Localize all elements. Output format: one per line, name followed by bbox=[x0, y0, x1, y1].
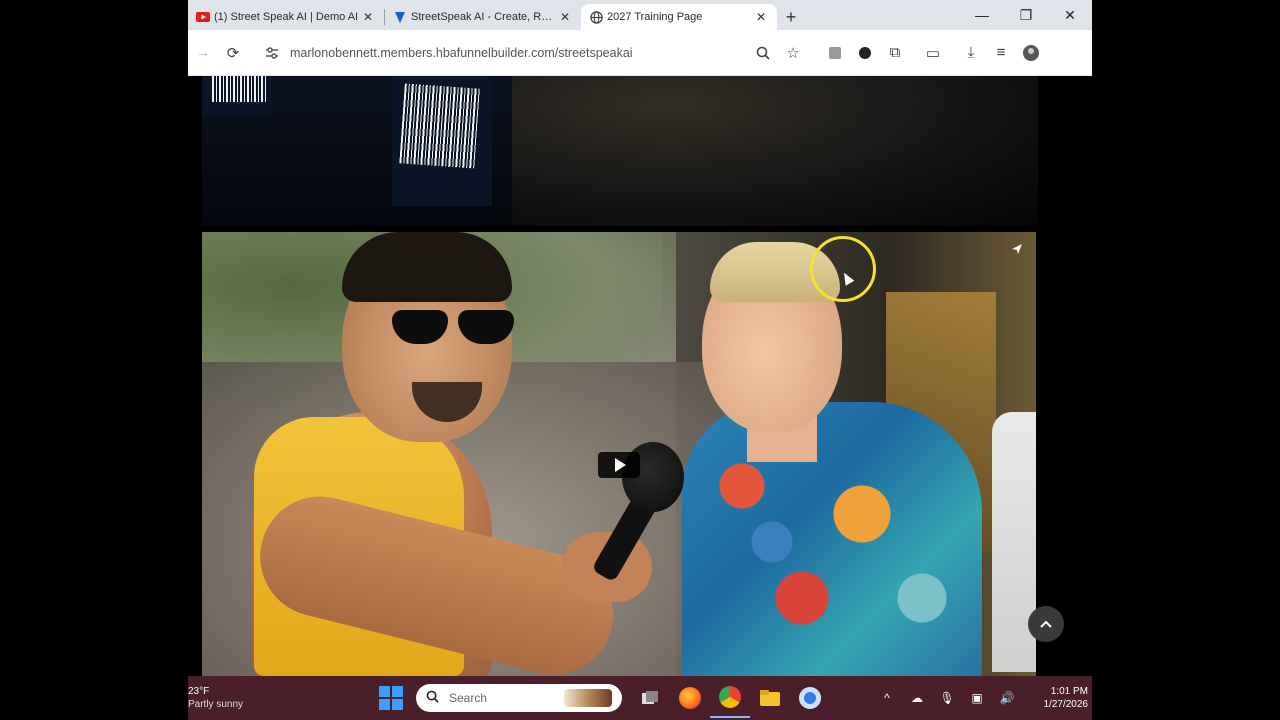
tab-streetspeak-create[interactable]: StreetSpeak AI - Create, Rank ✕ bbox=[385, 4, 581, 30]
extensions-group: ⧉ ▭ ⤓ ≡ bbox=[820, 38, 1046, 68]
clock[interactable]: 1:01 PM 1/27/2026 bbox=[1022, 685, 1092, 711]
address-bar[interactable]: marlonobennett.members.hbafunnelbuilder.… bbox=[254, 37, 814, 68]
site-settings-icon[interactable] bbox=[260, 41, 284, 65]
browser-window: (1) Street Speak AI | Demo AI ✕ StreetSp… bbox=[188, 0, 1092, 720]
microphone-icon[interactable]: 🎙 bbox=[932, 683, 962, 713]
barcode-graphic bbox=[399, 83, 481, 169]
browser-toolbar: → ⟳ marlonobennett.members.hbafunnelbuil… bbox=[188, 30, 1092, 76]
tab-strip: (1) Street Speak AI | Demo AI ✕ StreetSp… bbox=[188, 0, 1092, 30]
close-icon[interactable]: ✕ bbox=[360, 9, 376, 25]
tab-title: StreetSpeak AI - Create, Rank bbox=[411, 11, 557, 23]
clock-date: 1/27/2026 bbox=[1043, 699, 1089, 710]
share-icon[interactable] bbox=[1008, 240, 1026, 258]
extensions-puzzle-icon[interactable]: ⧉ bbox=[880, 38, 910, 68]
video-bystander bbox=[992, 412, 1036, 672]
search-highlight-image bbox=[564, 689, 612, 707]
video-player[interactable] bbox=[202, 232, 1036, 676]
extension-screen-icon[interactable] bbox=[820, 38, 850, 68]
play-button[interactable] bbox=[598, 452, 640, 478]
task-view-icon[interactable] bbox=[630, 678, 670, 718]
close-icon[interactable]: ✕ bbox=[753, 9, 769, 25]
scroll-to-top-button[interactable] bbox=[1028, 606, 1064, 642]
tab-title: (1) Street Speak AI | Demo AI bbox=[214, 11, 359, 23]
interviewer-hair bbox=[342, 232, 512, 302]
tab-training-page[interactable]: 2027 Training Page ✕ bbox=[581, 4, 777, 30]
profile-avatar-icon[interactable] bbox=[1016, 38, 1046, 68]
page-content bbox=[188, 76, 1092, 676]
tab-title: 2027 Training Page bbox=[607, 11, 703, 23]
chevron-up-icon bbox=[1040, 620, 1052, 628]
close-icon[interactable]: ✕ bbox=[557, 9, 573, 25]
weather-condition: Partly sunny bbox=[188, 698, 244, 710]
tab-search-icon[interactable]: ▭ bbox=[918, 38, 948, 68]
url-text: marlonobennett.members.hbafunnelbuilder.… bbox=[290, 45, 633, 60]
tab-street-speak-demo[interactable]: (1) Street Speak AI | Demo AI ✕ bbox=[188, 4, 384, 30]
window-controls: — ❐ ✕ bbox=[960, 0, 1092, 30]
weather-temperature: 23°F bbox=[188, 685, 210, 697]
volume-icon[interactable]: 🔊 bbox=[992, 683, 1022, 713]
minimize-icon[interactable]: — bbox=[960, 0, 1004, 30]
search-placeholder: Search bbox=[449, 691, 488, 705]
file-explorer-icon[interactable] bbox=[750, 678, 790, 718]
streetspeak-favicon-icon bbox=[393, 10, 407, 24]
bookmark-star-icon[interactable]: ☆ bbox=[778, 38, 808, 68]
forward-arrow-icon[interactable]: → bbox=[188, 38, 218, 68]
barcode-graphic bbox=[212, 76, 268, 102]
banner-crowd-image bbox=[512, 76, 1038, 226]
system-tray: ^ ☁ 🎙 ▣ 🔊 1:01 PM 1/27/2026 bbox=[872, 683, 1092, 713]
search-icon bbox=[426, 690, 439, 706]
screen-recorder-icon[interactable] bbox=[790, 678, 830, 718]
globe-icon bbox=[589, 10, 603, 24]
restore-icon[interactable]: ❐ bbox=[1004, 0, 1048, 30]
network-icon[interactable]: ▣ bbox=[962, 683, 992, 713]
chevron-up-icon[interactable]: ^ bbox=[872, 683, 902, 713]
reload-icon[interactable]: ⟳ bbox=[218, 38, 248, 68]
sunglasses bbox=[392, 310, 522, 344]
clock-time: 1:01 PM bbox=[1050, 686, 1088, 697]
firefox-icon[interactable] bbox=[670, 678, 710, 718]
play-icon bbox=[615, 458, 626, 472]
interviewee-patterned-shirt bbox=[682, 402, 982, 676]
close-window-icon[interactable]: ✕ bbox=[1048, 0, 1092, 30]
reading-list-icon[interactable]: ≡ bbox=[986, 38, 1016, 68]
windows-start-icon[interactable] bbox=[376, 683, 406, 713]
youtube-favicon-icon bbox=[196, 10, 210, 24]
taskbar-search[interactable]: Search bbox=[416, 684, 622, 712]
chrome-icon[interactable] bbox=[710, 678, 750, 718]
top-banner-image bbox=[202, 76, 1038, 226]
onedrive-cloud-icon[interactable]: ☁ bbox=[902, 683, 932, 713]
download-icon[interactable]: ⤓ bbox=[956, 38, 986, 68]
zoom-icon[interactable] bbox=[748, 38, 778, 68]
extension-record-icon[interactable] bbox=[850, 38, 880, 68]
weather-widget[interactable]: 23°F Partly sunny bbox=[188, 686, 308, 711]
windows-taskbar: 23°F Partly sunny Search ^ ☁ 🎙 ▣ 🔊 1:01 … bbox=[188, 676, 1092, 720]
new-tab-button[interactable]: + bbox=[777, 4, 805, 30]
cursor-highlight-ring bbox=[810, 236, 876, 302]
